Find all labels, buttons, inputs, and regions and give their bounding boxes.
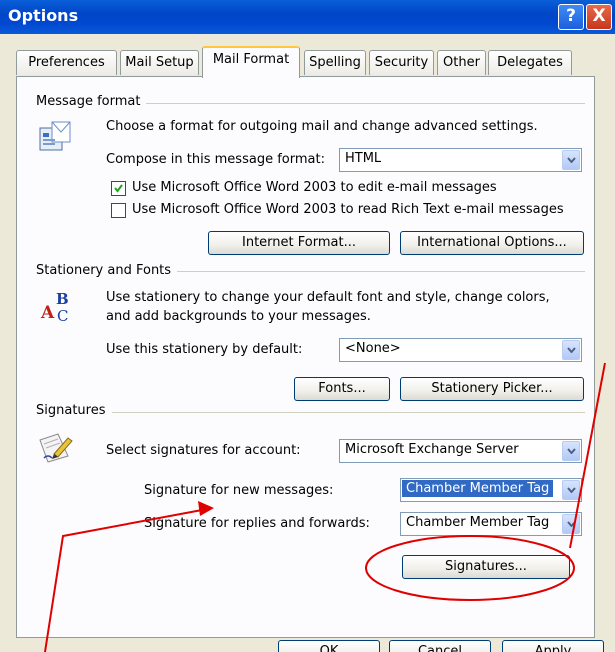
fonts-button[interactable]: Fonts... [294, 377, 390, 401]
stationery-heading: Stationery and Fonts [36, 263, 178, 278]
signature-account-select[interactable]: Microsoft Exchange Server [339, 439, 582, 463]
help-button[interactable]: ? [558, 4, 584, 30]
signature-account-label: Select signatures for account: [106, 443, 301, 458]
compose-format-value: HTML [345, 151, 382, 166]
chevron-down-icon[interactable] [562, 441, 580, 461]
options-dialog: Options ? X Preferences Mail Setup Mail … [0, 0, 615, 652]
tab-delegates[interactable]: Delegates [488, 50, 572, 75]
default-stationery-select[interactable]: <None> [339, 338, 582, 362]
tab-other[interactable]: Other [437, 50, 486, 75]
svg-text:C: C [57, 307, 68, 323]
use-word-edit-checkbox[interactable] [111, 181, 126, 196]
compose-format-select[interactable]: HTML [339, 148, 582, 172]
ok-button[interactable]: OK [278, 640, 380, 652]
compose-format-label: Compose in this message format: [106, 152, 325, 167]
dialog-title: Options [8, 6, 79, 25]
signature-account-value: Microsoft Exchange Server [345, 442, 519, 457]
chevron-down-icon[interactable] [562, 340, 580, 360]
message-format-description: Choose a format for outgoing mail and ch… [106, 119, 538, 134]
reply-signature-value: Chamber Member Tag [406, 515, 550, 530]
message-format-heading: Message format [36, 94, 147, 109]
default-stationery-label: Use this stationery by default: [106, 342, 303, 357]
chevron-down-icon[interactable] [562, 514, 580, 534]
svg-text:A: A [40, 303, 55, 323]
stationery-fonts-icon: B A C [40, 289, 74, 327]
tab-mail-format[interactable]: Mail Format [202, 46, 300, 78]
stationery-description-line2: and add backgrounds to your messages. [106, 309, 371, 324]
use-word-read-label: Use Microsoft Office Word 2003 to read R… [132, 202, 564, 217]
reply-signature-select[interactable]: Chamber Member Tag [400, 512, 582, 536]
use-word-edit-label: Use Microsoft Office Word 2003 to edit e… [132, 180, 497, 195]
use-word-read-checkbox[interactable] [111, 203, 126, 218]
tab-preferences[interactable]: Preferences [16, 50, 117, 75]
signatures-divider [40, 412, 585, 413]
stationery-description-line1: Use stationery to change your default fo… [106, 290, 550, 305]
svg-text:B: B [56, 290, 69, 308]
signatures-button[interactable]: Signatures... [402, 555, 570, 579]
new-signature-select[interactable]: Chamber Member Tag [400, 478, 582, 502]
internet-format-button[interactable]: Internet Format... [208, 231, 390, 255]
message-format-icon [38, 120, 72, 158]
close-button[interactable]: X [586, 4, 612, 30]
chevron-down-icon[interactable] [562, 150, 580, 170]
new-signature-label: Signature for new messages: [144, 483, 334, 498]
title-bar: Options ? X [0, 0, 615, 34]
reply-signature-label: Signature for replies and forwards: [144, 516, 370, 531]
international-options-button[interactable]: International Options... [400, 231, 584, 255]
tab-spelling[interactable]: Spelling [304, 50, 366, 75]
stationery-picker-button[interactable]: Stationery Picker... [400, 377, 584, 401]
chevron-down-icon[interactable] [562, 480, 580, 500]
cancel-button[interactable]: Cancel [389, 640, 491, 652]
tab-mail-setup[interactable]: Mail Setup [120, 50, 199, 75]
new-signature-value: Chamber Member Tag [402, 480, 554, 497]
signatures-heading: Signatures [36, 403, 112, 418]
apply-button[interactable]: Apply [502, 640, 604, 652]
default-stationery-value: <None> [345, 341, 401, 356]
tab-security[interactable]: Security [369, 50, 434, 75]
signature-pen-icon [38, 430, 74, 468]
